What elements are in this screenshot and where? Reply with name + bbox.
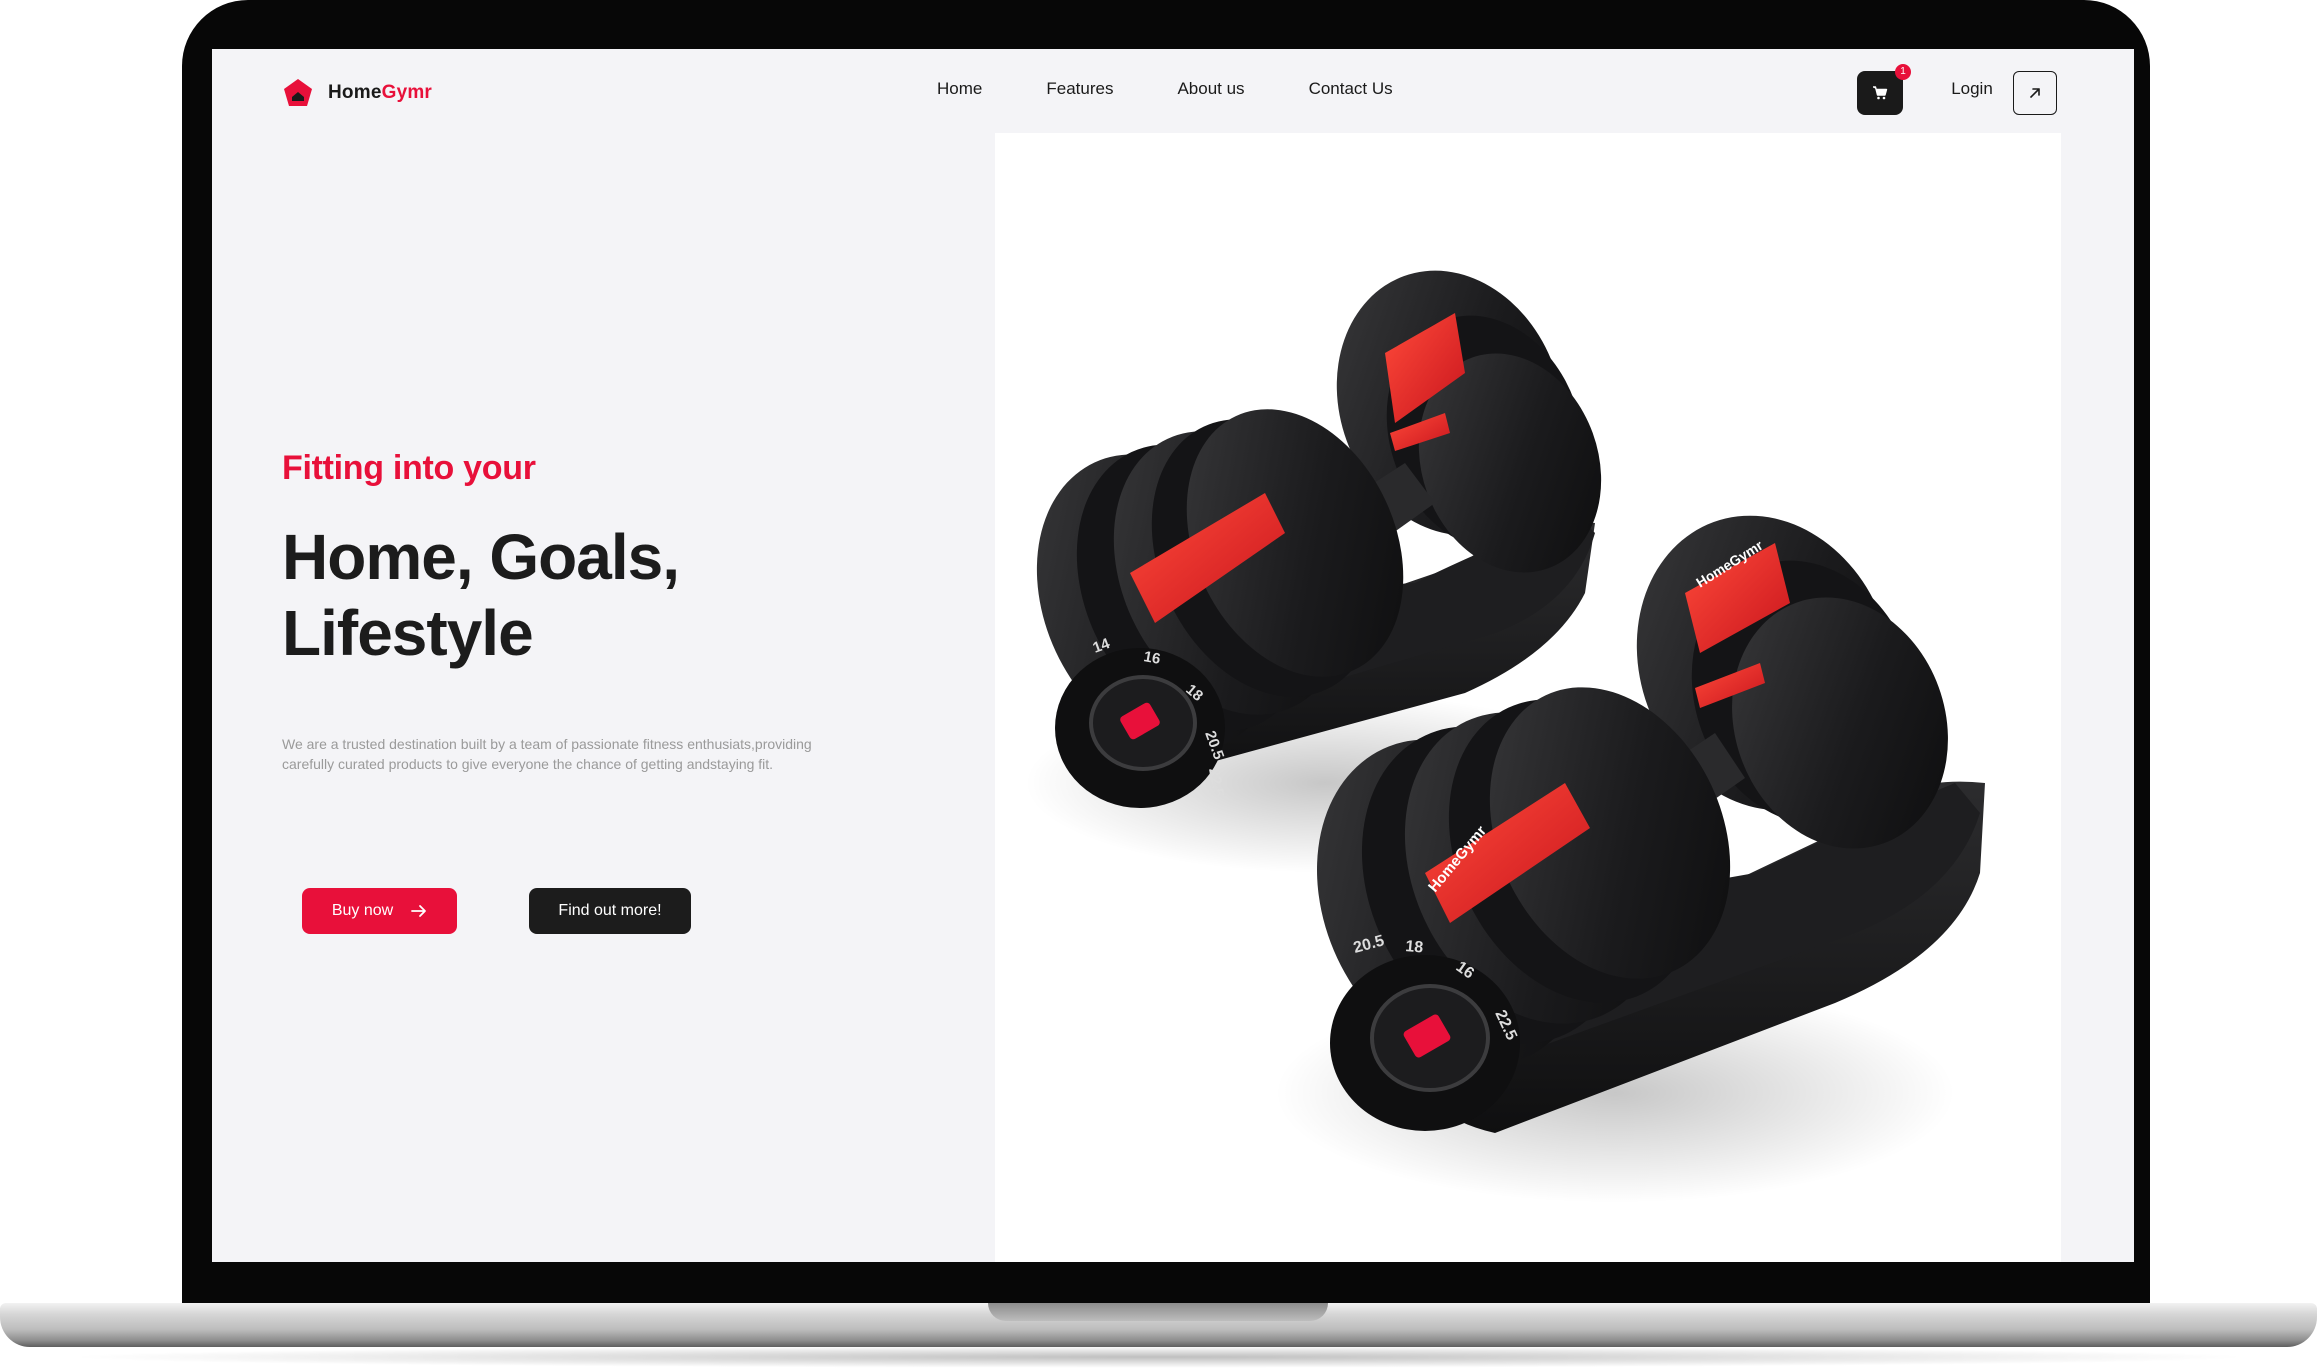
cart-button[interactable]: 1 bbox=[1857, 64, 1911, 115]
hero-eyebrow: Fitting into your bbox=[282, 449, 536, 487]
nav-link-about[interactable]: About us bbox=[1177, 79, 1244, 99]
laptop-notch bbox=[988, 1303, 1328, 1321]
nav-links: Home Features About us Contact Us bbox=[937, 79, 1457, 99]
hero-description: We are a trusted destination built by a … bbox=[282, 736, 812, 772]
cart-count-badge: 1 bbox=[1895, 64, 1911, 80]
arrow-up-right-icon bbox=[2030, 88, 2040, 98]
nav-link-contact[interactable]: Contact Us bbox=[1309, 79, 1393, 99]
buy-now-label: Buy now bbox=[331, 902, 394, 919]
external-link-button[interactable] bbox=[2013, 71, 2057, 115]
headline-line-2: Lifestyle bbox=[282, 597, 534, 669]
cart-icon bbox=[1873, 86, 1888, 100]
nav-link-features[interactable]: Features bbox=[1046, 79, 1113, 99]
top-navigation: HomeGymr Home Features About us Contact … bbox=[212, 49, 2134, 133]
brand-name: HomeGymr bbox=[328, 82, 433, 103]
hero-image-panel: 14 16 18 20.5 22.5 HomeGymr HomeGymr 20.… bbox=[995, 133, 2061, 1262]
buy-now-button[interactable]: Buy now bbox=[302, 888, 457, 934]
hero-headline: Home, Goals, Lifestyle bbox=[282, 519, 802, 671]
brand-logo[interactable]: HomeGymr bbox=[282, 77, 432, 109]
arrow-right-icon bbox=[411, 905, 427, 917]
dial-number: 16 bbox=[1142, 648, 1161, 668]
headline-line-1: Home, Goals, bbox=[282, 521, 680, 593]
dial-number: 18 bbox=[1405, 938, 1424, 956]
laptop-screen: 14 16 18 20.5 22.5 HomeGymr HomeGymr 20.… bbox=[212, 49, 2134, 1262]
nav-link-home[interactable]: Home bbox=[937, 79, 982, 99]
find-out-more-label: Find out more! bbox=[558, 902, 662, 919]
laptop-shadow bbox=[60, 1346, 2257, 1368]
home-pentagon-icon bbox=[284, 79, 312, 106]
dumbbell-image: 14 16 18 20.5 22.5 HomeGymr HomeGymr 20.… bbox=[1025, 270, 1985, 1203]
find-out-more-button[interactable]: Find out more! bbox=[529, 888, 691, 934]
